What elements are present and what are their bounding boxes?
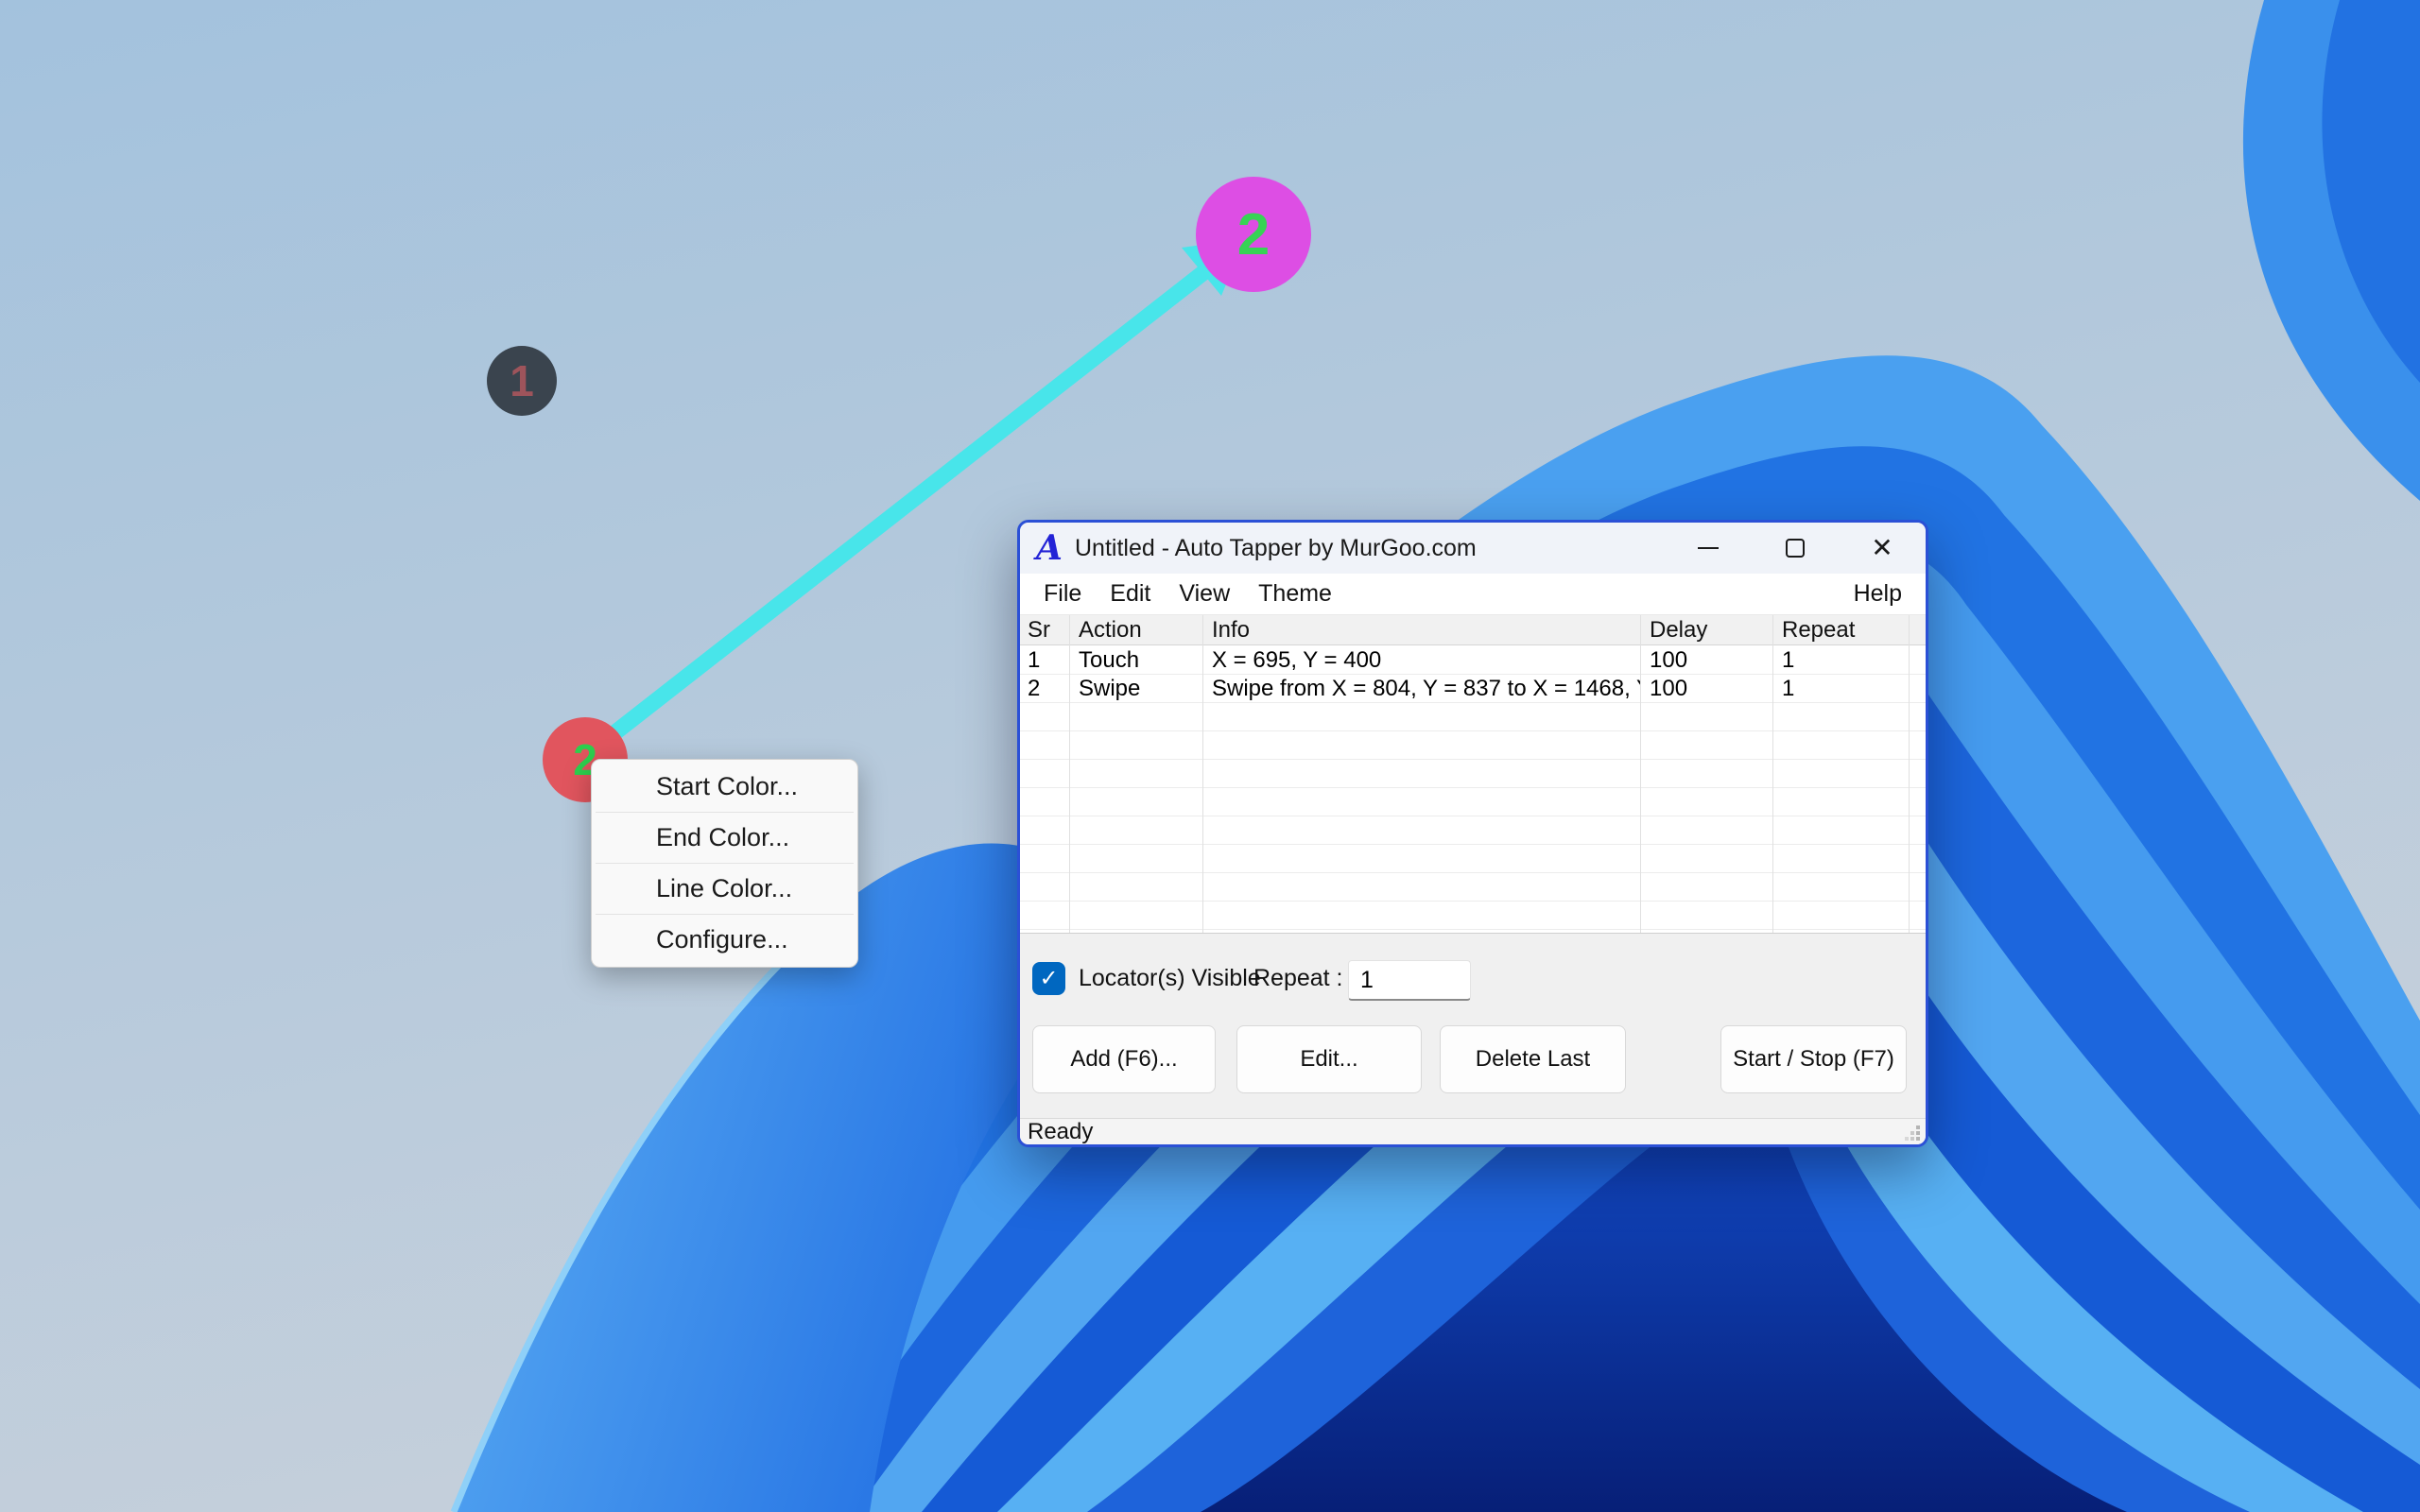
swipe-end-number: 2 (1237, 201, 1270, 268)
menu-item-line-color[interactable]: Line Color... (592, 864, 857, 914)
add-button[interactable]: Add (F6)... (1032, 1025, 1216, 1093)
resize-grip[interactable] (1904, 1125, 1921, 1142)
window-title: Untitled - Auto Tapper by MurGoo.com (1075, 535, 1477, 562)
context-menu: Start Color... End Color... Line Color..… (591, 759, 858, 968)
locators-visible-checkbox[interactable]: ✓ (1032, 962, 1065, 995)
minimize-icon (1698, 547, 1719, 549)
cell-sr: 1 (1020, 646, 1069, 675)
action-list-header: Sr Action Info Delay Repeat (1020, 615, 1926, 645)
column-header-sr[interactable]: Sr (1020, 615, 1069, 645)
column-divider (1202, 615, 1203, 933)
checkmark-icon: ✓ (1039, 968, 1058, 990)
menu-file[interactable]: File (1029, 580, 1096, 608)
column-divider (1069, 615, 1070, 933)
cell-repeat: 1 (1772, 675, 1909, 703)
status-bar: Ready (1020, 1118, 1926, 1145)
column-header-delay[interactable]: Delay (1640, 615, 1772, 645)
menu-item-end-color[interactable]: End Color... (592, 813, 857, 863)
column-divider (1772, 615, 1773, 933)
maximize-button[interactable] (1752, 523, 1839, 574)
cell-repeat: 1 (1772, 646, 1909, 675)
table-row[interactable]: 1 Touch X = 695, Y = 400 100 1 (1020, 646, 1926, 675)
action-list: Sr Action Info Delay Repeat 1 Touch X = … (1020, 615, 1926, 934)
menu-edit[interactable]: Edit (1096, 580, 1165, 608)
close-icon: ✕ (1871, 535, 1893, 561)
menu-theme[interactable]: Theme (1244, 580, 1346, 608)
column-divider (1909, 615, 1910, 933)
minimize-button[interactable] (1665, 523, 1752, 574)
touch-locator-marker[interactable]: 1 (487, 346, 557, 416)
menu-item-configure[interactable]: Configure... (592, 915, 857, 965)
cell-delay: 100 (1640, 675, 1772, 703)
menu-help[interactable]: Help (1840, 580, 1916, 608)
repeat-label: Repeat : (1253, 965, 1343, 992)
action-list-body[interactable]: 1 Touch X = 695, Y = 400 100 1 2 Swipe S… (1020, 646, 1926, 933)
column-header-info[interactable]: Info (1202, 615, 1640, 645)
repeat-input[interactable] (1348, 960, 1471, 1001)
start-stop-button[interactable]: Start / Stop (F7) (1720, 1025, 1907, 1093)
control-panel: ✓ Locator(s) Visible Repeat : Add (F6)..… (1020, 934, 1926, 1118)
app-icon: A (1033, 532, 1065, 564)
title-bar[interactable]: A Untitled - Auto Tapper by MurGoo.com ✕ (1020, 523, 1926, 574)
delete-last-button[interactable]: Delete Last (1440, 1025, 1626, 1093)
touch-locator-number: 1 (510, 355, 534, 406)
cell-sr: 2 (1020, 675, 1069, 703)
column-header-action[interactable]: Action (1069, 615, 1202, 645)
maximize-icon (1786, 539, 1805, 558)
close-button[interactable]: ✕ (1839, 523, 1926, 574)
table-row[interactable]: 2 Swipe Swipe from X = 804, Y = 837 to X… (1020, 675, 1926, 703)
cell-action: Touch (1069, 646, 1202, 675)
menu-view[interactable]: View (1165, 580, 1244, 608)
column-divider (1640, 615, 1641, 933)
cell-info: X = 695, Y = 400 (1202, 646, 1640, 675)
swipe-end-locator-marker[interactable]: 2 (1196, 177, 1311, 292)
status-text: Ready (1028, 1119, 1093, 1145)
cell-info: Swipe from X = 804, Y = 837 to X = 1468,… (1202, 675, 1640, 703)
menu-item-start-color[interactable]: Start Color... (592, 762, 857, 812)
edit-button[interactable]: Edit... (1236, 1025, 1422, 1093)
cell-delay: 100 (1640, 646, 1772, 675)
column-header-repeat[interactable]: Repeat (1772, 615, 1909, 645)
locators-visible-label[interactable]: Locator(s) Visible (1079, 965, 1261, 992)
menu-bar: File Edit View Theme Help (1020, 574, 1926, 615)
cell-action: Swipe (1069, 675, 1202, 703)
auto-tapper-window: A Untitled - Auto Tapper by MurGoo.com ✕… (1017, 520, 1928, 1147)
